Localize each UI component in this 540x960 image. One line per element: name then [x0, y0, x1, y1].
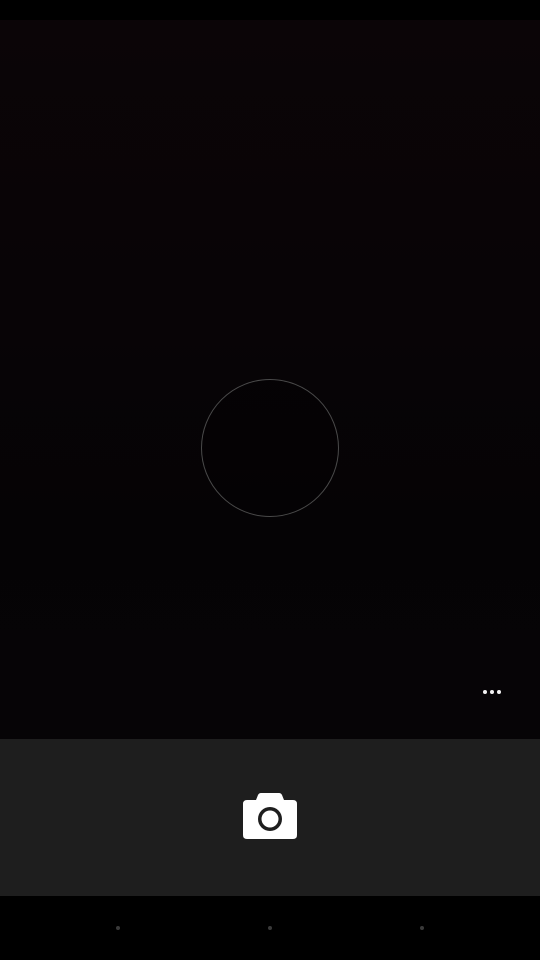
camera-icon [243, 793, 297, 839]
recents-dot-icon[interactable] [420, 926, 424, 930]
more-horizontal-icon [490, 690, 494, 694]
navigation-bar [0, 896, 540, 960]
back-dot-icon[interactable] [116, 926, 120, 930]
shutter-button[interactable] [236, 789, 304, 843]
more-horizontal-icon [497, 690, 501, 694]
home-dot-icon[interactable] [268, 926, 272, 930]
camera-screen [0, 0, 540, 960]
camera-control-bar [0, 739, 540, 896]
camera-viewfinder[interactable] [0, 20, 540, 739]
status-bar [0, 0, 540, 20]
more-options-button[interactable] [474, 679, 510, 705]
more-horizontal-icon [483, 690, 487, 694]
focus-ring [201, 379, 339, 517]
